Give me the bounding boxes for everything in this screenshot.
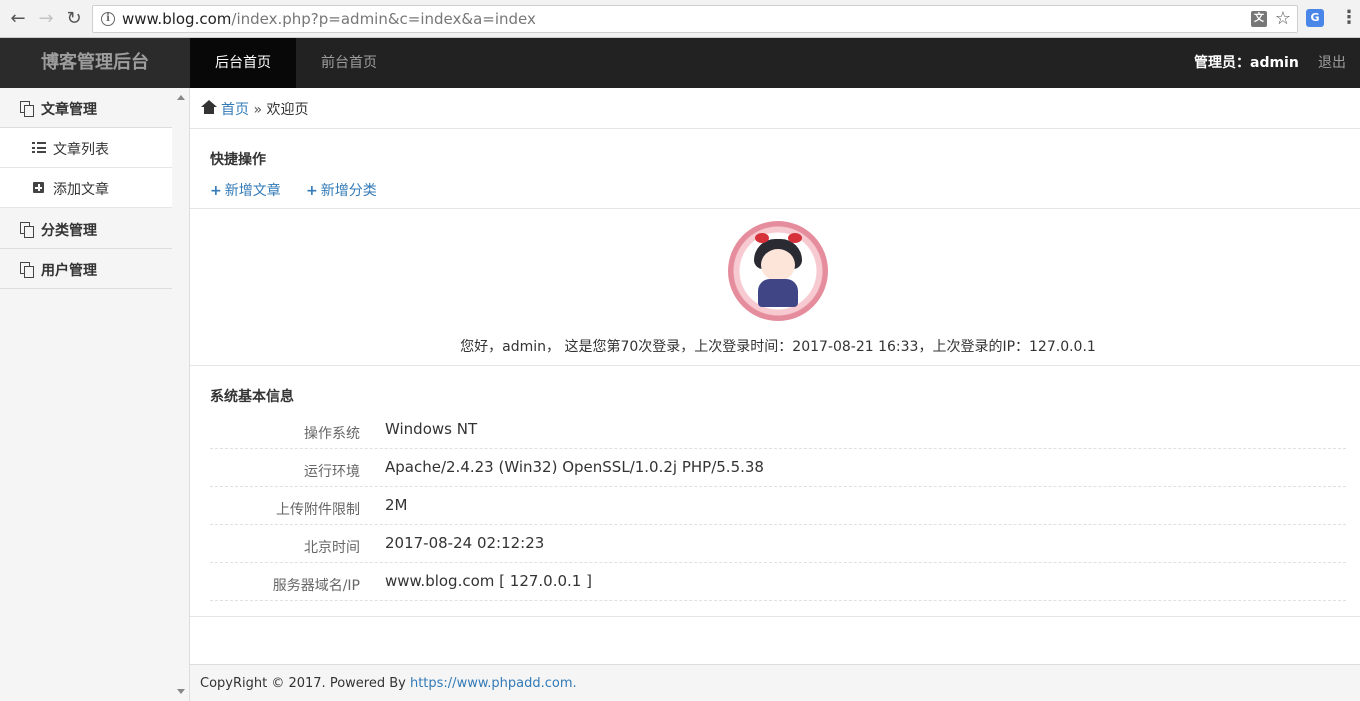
sidebar: 文章管理 文章列表 添加文章 分类管理 用户管理 — [0, 88, 190, 701]
translate-icon[interactable]: 文 — [1251, 11, 1267, 27]
sidebar-group-label: 文章管理 — [41, 102, 97, 118]
copy-icon — [20, 101, 34, 117]
sidebar-group-label: 分类管理 — [41, 223, 97, 239]
footer: CopyRight © 2017. Powered By https://www… — [190, 664, 1360, 701]
logout-link[interactable]: 退出 — [1318, 38, 1346, 88]
browser-menu-icon[interactable]: ⋮ — [1340, 9, 1358, 29]
back-arrow-icon[interactable]: ← — [8, 9, 28, 29]
info-row-upload-limit: 上传附件限制 2M — [210, 487, 1346, 525]
url-host: www.blog.com — [122, 10, 232, 28]
forward-arrow-icon[interactable]: → — [36, 9, 56, 29]
info-row-beijing-time: 北京时间 2017-08-24 02:12:23 — [210, 525, 1346, 563]
info-label: 运行环境 — [304, 464, 360, 480]
sidebar-item-article-list[interactable]: 文章列表 — [0, 128, 172, 168]
breadcrumb: 首页 » 欢迎页 — [190, 88, 1360, 129]
browser-toolbar: ← → ↻ i www.blog.com/index.php?p=admin&c… — [0, 0, 1360, 38]
plus-icon: + — [210, 183, 222, 199]
brand-title[interactable]: 博客管理后台 — [0, 38, 190, 88]
add-article-link[interactable]: + 新增文章 — [210, 180, 281, 200]
plus-icon: + — [306, 183, 318, 199]
info-label: 操作系统 — [304, 426, 360, 442]
info-value: 2017-08-24 02:12:23 — [385, 534, 545, 552]
add-article-label: 新增文章 — [224, 183, 281, 199]
info-value: www.blog.com [ 127.0.0.1 ] — [385, 572, 592, 590]
url-path: /index.php?p=admin&c=index&a=index — [231, 10, 536, 28]
info-label: 北京时间 — [304, 540, 360, 556]
bookmark-star-icon[interactable]: ☆ — [1275, 8, 1291, 29]
info-row-server-domain: 服务器域名/IP www.blog.com [ 127.0.0.1 ] — [210, 563, 1346, 601]
sidebar-scrollbar[interactable] — [172, 88, 189, 701]
quick-actions-section: 快捷操作 + 新增文章 + 新增分类 — [190, 129, 1360, 209]
breadcrumb-separator: » — [253, 102, 263, 118]
sidebar-group-categories[interactable]: 分类管理 — [0, 209, 172, 249]
admin-user-label: 管理员：admin — [1194, 55, 1299, 71]
add-category-link[interactable]: + 新增分类 — [306, 180, 377, 200]
nav-frontend-home[interactable]: 前台首页 — [296, 38, 402, 88]
google-translate-extension-icon[interactable]: G — [1306, 9, 1324, 27]
info-icon[interactable]: i — [101, 12, 115, 26]
sidebar-item-label: 添加文章 — [53, 182, 109, 198]
list-icon — [32, 142, 46, 153]
avatar — [728, 221, 828, 321]
copy-icon — [20, 222, 34, 238]
info-value: 2M — [385, 496, 408, 514]
copyright-text: CopyRight © 2017. Powered By — [200, 676, 410, 691]
nav-admin-home[interactable]: 后台首页 — [190, 38, 296, 88]
sidebar-group-label: 用户管理 — [41, 263, 97, 279]
sidebar-group-articles[interactable]: 文章管理 — [0, 88, 172, 128]
sidebar-group-users[interactable]: 用户管理 — [0, 249, 172, 289]
info-value: Windows NT — [385, 420, 478, 438]
reload-icon[interactable]: ↻ — [64, 9, 84, 29]
plus-square-icon — [33, 182, 44, 193]
info-label: 服务器域名/IP — [272, 578, 360, 594]
info-row-os: 操作系统 Windows NT — [210, 411, 1346, 449]
sidebar-item-label: 文章列表 — [53, 142, 109, 158]
main-content: 首页 » 欢迎页 快捷操作 + 新增文章 + 新增分类 您好，admin， 这是您第… — [190, 88, 1360, 701]
info-label: 上传附件限制 — [276, 502, 360, 518]
breadcrumb-home-link[interactable]: 首页 — [221, 102, 249, 118]
quick-actions-title: 快捷操作 — [210, 152, 266, 168]
info-row-environment: 运行环境 Apache/2.4.23 (Win32) OpenSSL/1.0.2… — [210, 449, 1346, 487]
breadcrumb-current: 欢迎页 — [266, 102, 309, 118]
copy-icon — [20, 262, 34, 278]
address-bar[interactable]: i www.blog.com/index.php?p=admin&c=index… — [92, 5, 1298, 33]
footer-link[interactable]: https://www.phpadd.com. — [410, 676, 577, 691]
welcome-message: 您好，admin， 这是您第70次登录，上次登录时间：2017-08-21 16… — [460, 339, 1096, 355]
welcome-section: 您好，admin， 这是您第70次登录，上次登录时间：2017-08-21 16… — [190, 209, 1360, 366]
home-icon — [201, 100, 217, 114]
scroll-down-arrow-icon[interactable] — [177, 689, 185, 694]
url-text[interactable]: www.blog.com/index.php?p=admin&c=index&a… — [122, 10, 536, 28]
add-category-label: 新增分类 — [320, 183, 377, 199]
app-header: 博客管理后台 后台首页 前台首页 管理员：admin 退出 — [0, 38, 1360, 88]
system-info-section: 系统基本信息 操作系统 Windows NT 运行环境 Apache/2.4.2… — [190, 366, 1360, 617]
sidebar-item-add-article[interactable]: 添加文章 — [0, 168, 172, 208]
info-value: Apache/2.4.23 (Win32) OpenSSL/1.0.2j PHP… — [385, 458, 764, 476]
system-info-title: 系统基本信息 — [210, 389, 294, 405]
scroll-up-arrow-icon[interactable] — [177, 95, 185, 100]
